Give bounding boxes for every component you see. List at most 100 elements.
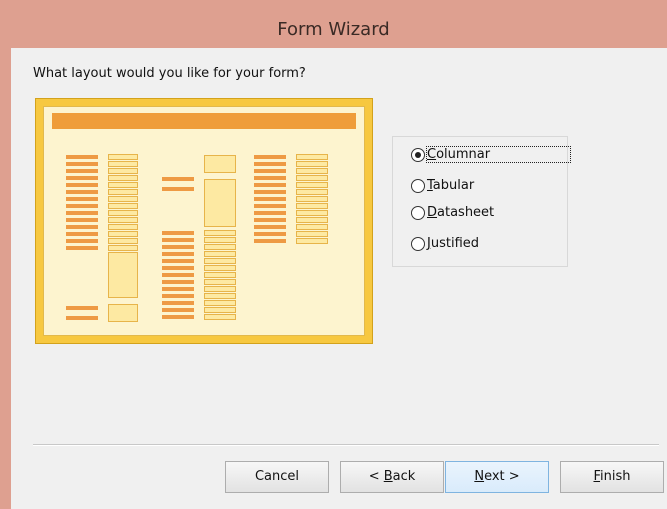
preview-label-mark bbox=[162, 187, 194, 191]
preview-label-mark bbox=[66, 225, 98, 229]
preview-field-mark bbox=[108, 210, 138, 216]
preview-field-mark bbox=[204, 230, 236, 236]
preview-field-mark bbox=[108, 231, 138, 237]
preview-label-mark bbox=[254, 183, 286, 187]
preview-field-mark bbox=[296, 217, 328, 223]
preview-field-mark bbox=[204, 293, 236, 299]
radio-tabular[interactable] bbox=[411, 178, 425, 193]
preview-field-mark bbox=[296, 238, 328, 244]
option-justified-label: Justified bbox=[427, 236, 480, 251]
preview-label-mark bbox=[254, 169, 286, 173]
preview-field-mark bbox=[296, 210, 328, 216]
preview-field-mark bbox=[204, 265, 236, 271]
radio-columnar[interactable] bbox=[411, 147, 425, 162]
preview-field-mark bbox=[204, 300, 236, 306]
preview-field-mark bbox=[108, 224, 138, 230]
preview-field-mark bbox=[296, 168, 328, 174]
preview-field-mark bbox=[108, 217, 138, 223]
preview-label-mark bbox=[254, 225, 286, 229]
radio-justified[interactable] bbox=[411, 236, 425, 251]
preview-label-mark bbox=[162, 238, 194, 242]
layout-question: What layout would you like for your form… bbox=[33, 66, 306, 81]
preview-label-mark bbox=[66, 176, 98, 180]
preview-header-bar bbox=[52, 113, 356, 129]
preview-field-mark bbox=[108, 161, 138, 167]
preview-field-mark bbox=[296, 203, 328, 209]
preview-label-mark bbox=[66, 232, 98, 236]
preview-field-mark bbox=[204, 272, 236, 278]
preview-field-mark bbox=[108, 203, 138, 209]
preview-field-mark bbox=[204, 314, 236, 320]
preview-label-mark bbox=[162, 308, 194, 312]
option-columnar[interactable]: Columnar bbox=[411, 146, 572, 163]
preview-label-mark bbox=[254, 211, 286, 215]
preview-label-mark bbox=[254, 218, 286, 222]
layout-preview-canvas bbox=[43, 106, 365, 336]
preview-label-mark bbox=[66, 155, 98, 159]
preview-field-mark bbox=[204, 307, 236, 313]
wizard-body: What layout would you like for your form… bbox=[11, 48, 667, 509]
preview-label-mark bbox=[66, 246, 98, 250]
preview-field-mark bbox=[296, 161, 328, 167]
preview-label-mark bbox=[66, 169, 98, 173]
preview-field-mark bbox=[108, 238, 138, 244]
preview-label-mark bbox=[162, 287, 194, 291]
preview-field-mark bbox=[296, 175, 328, 181]
finish-button[interactable]: Finish bbox=[560, 461, 664, 493]
preview-memo-mark bbox=[204, 179, 236, 227]
preview-field-mark bbox=[296, 189, 328, 195]
preview-label-mark bbox=[66, 183, 98, 187]
preview-label-mark bbox=[254, 162, 286, 166]
preview-field-mark bbox=[108, 154, 138, 160]
preview-label-mark bbox=[66, 306, 98, 310]
preview-field-mark bbox=[108, 182, 138, 188]
preview-label-mark bbox=[66, 316, 98, 320]
preview-memo-mark bbox=[108, 252, 138, 298]
preview-label-mark bbox=[66, 204, 98, 208]
preview-label-mark bbox=[162, 280, 194, 284]
radio-datasheet[interactable] bbox=[411, 205, 425, 220]
window-title: Form Wizard bbox=[277, 19, 390, 40]
preview-label-mark bbox=[254, 155, 286, 159]
preview-label-mark bbox=[162, 315, 194, 319]
button-separator bbox=[33, 444, 659, 446]
title-bar[interactable]: Form Wizard bbox=[0, 0, 667, 48]
option-tabular-label: Tabular bbox=[427, 178, 475, 193]
option-datasheet-label: Datasheet bbox=[427, 205, 495, 220]
preview-label-mark bbox=[162, 266, 194, 270]
preview-field-mark bbox=[108, 175, 138, 181]
cancel-button[interactable]: Cancel bbox=[225, 461, 329, 493]
preview-field-mark bbox=[204, 251, 236, 257]
preview-field-mark bbox=[296, 231, 328, 237]
option-datasheet[interactable]: Datasheet bbox=[411, 205, 494, 220]
preview-label-mark bbox=[162, 294, 194, 298]
preview-label-mark bbox=[162, 259, 194, 263]
form-wizard-window: Form Wizard What layout would you like f… bbox=[0, 0, 667, 509]
preview-field-mark bbox=[108, 196, 138, 202]
preview-field-mark bbox=[296, 182, 328, 188]
preview-field-mark bbox=[204, 258, 236, 264]
preview-field-mark bbox=[108, 189, 138, 195]
preview-field-mark bbox=[296, 224, 328, 230]
preview-label-mark bbox=[254, 197, 286, 201]
preview-field-mark bbox=[204, 286, 236, 292]
back-button[interactable]: < Back bbox=[340, 461, 444, 493]
preview-label-mark bbox=[254, 176, 286, 180]
preview-field-mark bbox=[204, 155, 236, 173]
preview-label-mark bbox=[254, 232, 286, 236]
preview-label-mark bbox=[162, 252, 194, 256]
preview-field-mark bbox=[204, 244, 236, 250]
preview-label-mark bbox=[162, 245, 194, 249]
preview-field-mark bbox=[108, 168, 138, 174]
option-justified[interactable]: Justified bbox=[411, 236, 479, 251]
option-columnar-label: Columnar bbox=[425, 146, 572, 163]
layout-options-group: Columnar Tabular Datasheet Justified bbox=[392, 136, 572, 267]
next-button[interactable]: Next > bbox=[445, 461, 549, 493]
preview-field-mark bbox=[108, 304, 138, 322]
preview-field-mark bbox=[108, 245, 138, 251]
preview-field-mark bbox=[204, 237, 236, 243]
preview-label-mark bbox=[66, 239, 98, 243]
preview-label-mark bbox=[66, 190, 98, 194]
option-tabular[interactable]: Tabular bbox=[411, 178, 474, 193]
preview-field-mark bbox=[204, 279, 236, 285]
